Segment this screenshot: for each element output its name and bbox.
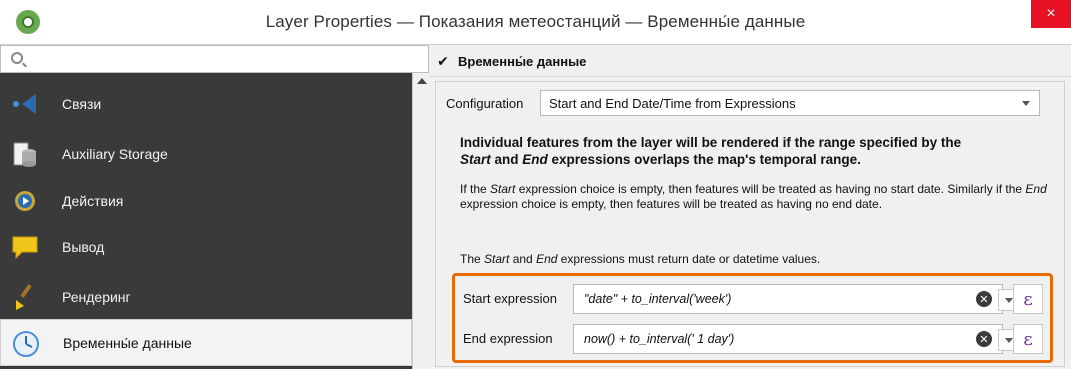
- sidebar-item-temporal[interactable]: Временны́е данные: [0, 319, 412, 366]
- text-segment: expression choice is empty, then feature…: [515, 182, 1026, 196]
- chevron-down-icon: [1022, 101, 1030, 106]
- description-title-line: Individual features from the layer will …: [460, 135, 962, 150]
- sidebar-item-actions[interactable]: Действия: [0, 177, 412, 224]
- temporal-enabled-checkbox[interactable]: ✔: [436, 53, 450, 69]
- start-term: Start: [460, 152, 491, 167]
- window-title: Layer Properties — Показания метеостанци…: [265, 12, 806, 31]
- speech-bubble-icon: [12, 236, 38, 260]
- text-segment: expressions overlaps the map's temporal …: [547, 152, 861, 167]
- actions-gear-icon: [15, 191, 35, 211]
- sidebar-item-rendering[interactable]: Рендеринг: [0, 273, 412, 320]
- start-expression-row: Start expression "date" + to_interval('w…: [461, 284, 1046, 316]
- expressions-highlight-box: Start expression "date" + to_interval('w…: [452, 273, 1053, 363]
- sidebar-search[interactable]: [0, 45, 429, 73]
- sidebar-item-label: Вывод: [62, 238, 105, 255]
- expression-builder-button[interactable]: ε: [1013, 324, 1043, 354]
- text-segment: expressions must return date or datetime…: [557, 252, 821, 266]
- configuration-label: Configuration: [446, 96, 524, 111]
- text-segment: and: [509, 252, 537, 266]
- end-expression-input[interactable]: now() + to_interval(' 1 day') ✕: [573, 324, 1020, 354]
- end-expression-label: End expression: [463, 331, 553, 346]
- description-body: If the Start expression choice is empty,…: [460, 182, 1060, 212]
- start-expression-label: Start expression: [463, 291, 557, 306]
- sidebar-item-label: Рендеринг: [62, 288, 131, 305]
- text-segment: expression choice is empty, then feature…: [460, 197, 883, 211]
- start-expression-value: "date" + to_interval('week'): [584, 292, 732, 306]
- start-term: Start: [490, 182, 516, 196]
- temporal-group-header: ✔ Временны́е данные: [430, 45, 1071, 77]
- description-note: The Start and End expressions must retur…: [460, 252, 1060, 267]
- end-expression-row: End expression now() + to_interval(' 1 d…: [461, 324, 1046, 356]
- search-icon: [11, 52, 23, 64]
- sidebar-item-label: Временны́е данные: [63, 334, 192, 351]
- configuration-value: Start and End Date/Time from Expressions: [549, 96, 796, 111]
- search-input[interactable]: [33, 48, 413, 70]
- clear-icon[interactable]: ✕: [976, 291, 992, 307]
- database-icon: [13, 142, 36, 167]
- clear-icon[interactable]: ✕: [976, 331, 992, 347]
- end-term: End: [1025, 182, 1047, 196]
- end-expression-value: now() + to_interval(' 1 day'): [584, 332, 735, 346]
- chevron-down-icon: [1005, 298, 1013, 303]
- sidebar-item-joins[interactable]: Связи: [0, 80, 412, 127]
- joins-icon: [13, 94, 36, 114]
- end-term: End: [522, 152, 548, 167]
- sidebar-item-label: Auxiliary Storage: [62, 145, 168, 162]
- text-segment: The: [460, 252, 485, 266]
- start-expression-input[interactable]: "date" + to_interval('week') ✕: [573, 284, 1020, 314]
- temporal-settings-frame: Configuration Start and End Date/Time fr…: [435, 81, 1065, 367]
- expression-builder-button[interactable]: ε: [1013, 284, 1043, 314]
- text-segment: If the: [460, 182, 491, 196]
- paintbrush-icon: [16, 284, 32, 310]
- title-bar: Layer Properties — Показания метеостанци…: [0, 0, 1071, 45]
- chevron-down-icon: [1005, 338, 1013, 343]
- temporal-panel: ✔ Временны́е данные Configuration Start …: [430, 45, 1071, 369]
- qgis-icon: [16, 10, 40, 34]
- description-title: Individual features from the layer will …: [460, 134, 1060, 168]
- sidebar-item-output[interactable]: Вывод: [0, 223, 412, 270]
- close-button[interactable]: ×: [1031, 0, 1071, 28]
- text-segment: and: [490, 152, 523, 167]
- clock-icon: [13, 331, 39, 357]
- configuration-select[interactable]: Start and End Date/Time from Expressions: [540, 90, 1040, 116]
- sidebar-item-label: Действия: [62, 192, 124, 209]
- sidebar: Связи Auxiliary Storage Действия Вывод Р…: [0, 45, 429, 369]
- start-term: Start: [484, 252, 510, 266]
- sidebar-item-label: Связи: [62, 95, 102, 112]
- scroll-up-arrow-icon[interactable]: [417, 78, 427, 84]
- group-title: Временны́е данные: [458, 54, 587, 69]
- sidebar-item-auxiliary-storage[interactable]: Auxiliary Storage: [0, 130, 412, 177]
- layer-properties-window: Layer Properties — Показания метеостанци…: [0, 0, 1071, 369]
- end-term: End: [536, 252, 558, 266]
- sidebar-scrollbar[interactable]: [412, 73, 429, 369]
